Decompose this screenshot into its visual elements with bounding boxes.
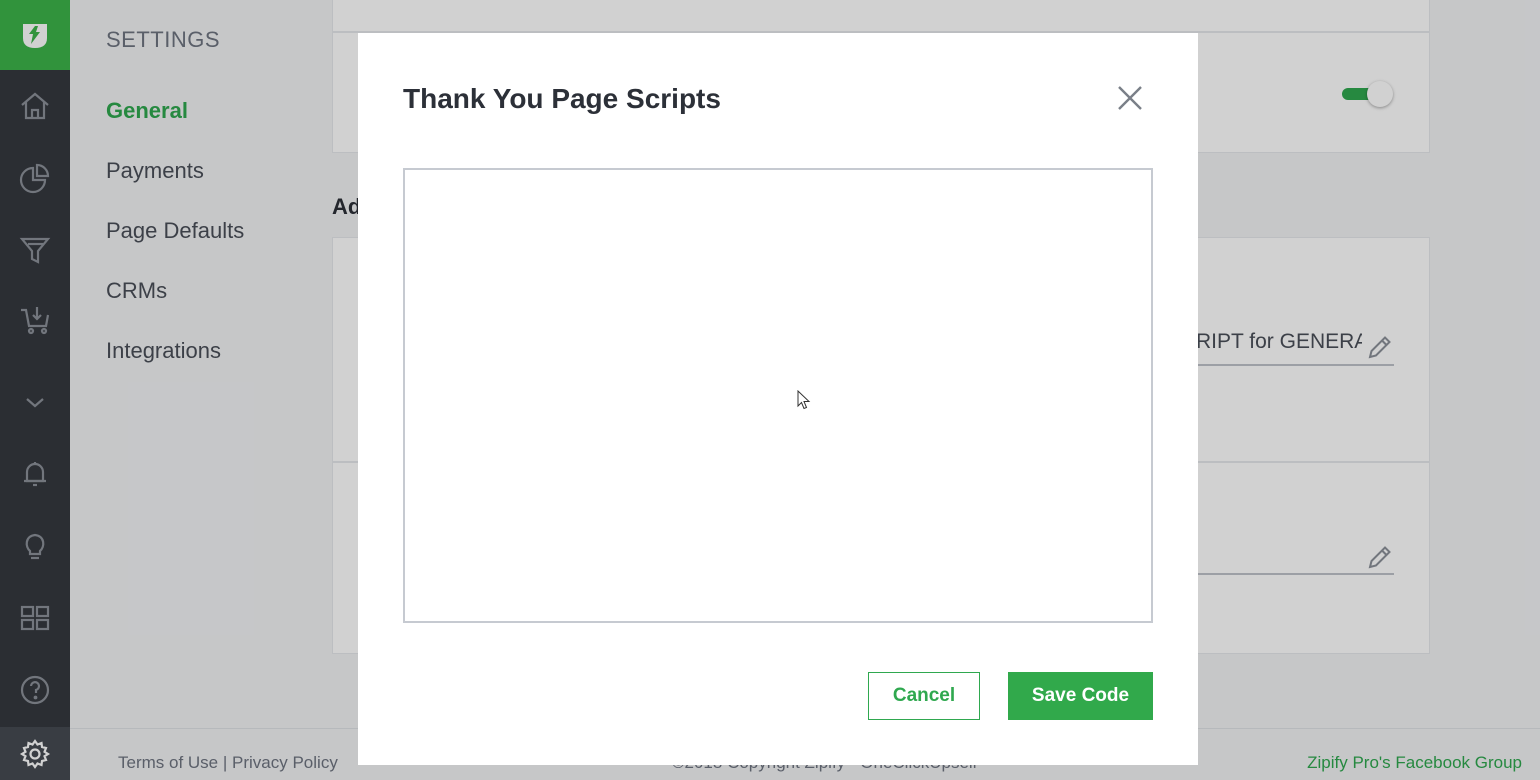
mouse-cursor-icon [797,389,811,410]
modal-title: Thank You Page Scripts [403,83,721,114]
script-textarea[interactable] [403,168,1153,623]
save-code-button[interactable]: Save Code [1008,672,1153,720]
cancel-button[interactable]: Cancel [868,672,980,720]
close-icon[interactable] [1114,82,1146,114]
thank-you-scripts-modal: Thank You Page Scripts Cancel Save Code [358,33,1198,765]
